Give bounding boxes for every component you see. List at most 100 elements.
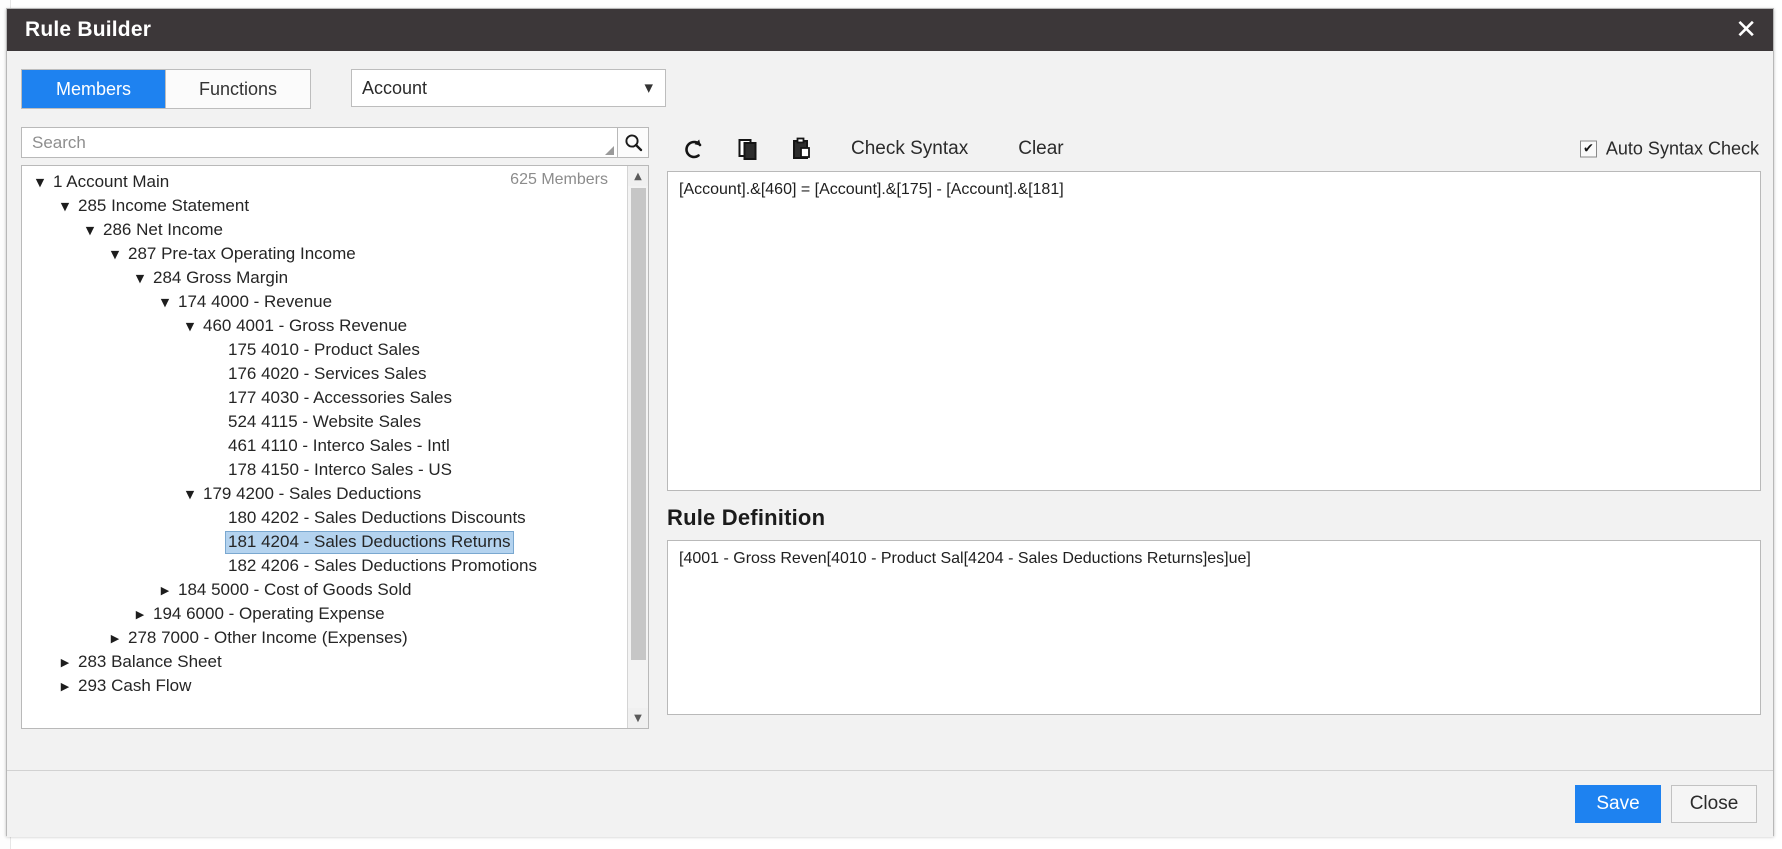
chevron-down-icon[interactable]: ▼	[130, 272, 150, 285]
auto-syntax-check-checkbox[interactable]: ✔	[1579, 140, 1597, 158]
clear-button[interactable]: Clear	[1010, 135, 1071, 163]
check-syntax-button[interactable]: Check Syntax	[843, 135, 976, 163]
chevron-right-icon[interactable]: ▶	[105, 632, 125, 645]
undo-icon	[685, 139, 702, 159]
tree-row-label: 180 4202 - Sales Deductions Discounts	[228, 507, 526, 527]
search-icon	[624, 134, 642, 152]
chevron-down-icon[interactable]: ▼	[80, 224, 100, 237]
auto-syntax-check-toggle[interactable]: ✔ Auto Syntax Check	[1579, 138, 1759, 160]
dimension-select[interactable]: Account ▼	[351, 69, 666, 107]
tree-row-label: 286 Net Income	[103, 219, 224, 239]
scroll-down-icon[interactable]: ▼	[628, 708, 648, 728]
chevron-right-icon[interactable]: ▶	[55, 656, 75, 669]
tree-row[interactable]: ▶ 293 Cash Flow	[22, 674, 614, 698]
tree-row[interactable]: ▼ 460 4001 - Gross Revenue	[22, 314, 614, 338]
chevron-down-icon[interactable]: ▼	[180, 320, 200, 333]
rule-builder-dialog: Rule Builder ✕ Members Functions Account…	[6, 8, 1774, 837]
chevron-down-icon[interactable]: ▼	[55, 200, 75, 213]
undo-button[interactable]	[667, 129, 721, 169]
close-icon[interactable]: ✕	[1735, 17, 1757, 43]
paste-icon	[793, 137, 810, 159]
tree-row-label: 194 6000 - Operating Expense	[153, 603, 385, 623]
search-box	[21, 127, 618, 158]
tree-row-label: 461 4110 - Interco Sales - Intl	[228, 435, 450, 455]
tree-row-label: 179 4200 - Sales Deductions	[203, 483, 422, 503]
tree-row-label: 178 4150 - Interco Sales - US	[228, 459, 452, 479]
chevron-down-icon[interactable]: ▼	[155, 296, 175, 309]
tree-row-label: 175 4010 - Product Sales	[228, 339, 420, 359]
resize-grip-icon[interactable]	[605, 146, 614, 155]
tree-row-label: 176 4020 - Services Sales	[228, 363, 427, 383]
tree-row-label: 460 4001 - Gross Revenue	[203, 315, 408, 335]
tree-scrollbar[interactable]: ▲ ▼	[627, 166, 648, 728]
chevron-down-icon: ▼	[644, 81, 653, 95]
tree-row[interactable]: ▼ 285 Income Statement	[22, 194, 614, 218]
paste-button[interactable]	[775, 129, 829, 169]
tree-row[interactable]: 176 4020 - Services Sales	[22, 362, 614, 386]
mode-tab-group: Members Functions	[21, 69, 311, 109]
tree-row[interactable]: 524 4115 - Website Sales	[22, 410, 614, 434]
tree-row[interactable]: 182 4206 - Sales Deductions Promotions	[22, 554, 614, 578]
tree-row-label: 1 Account Main	[53, 171, 170, 191]
editor-panel: Check Syntax Clear ✔ Auto Syntax Check […	[667, 127, 1761, 731]
dimension-select-value: Account	[362, 77, 428, 98]
tree-row-label: 287 Pre-tax Operating Income	[128, 243, 356, 263]
members-panel: 625 Members ▼1 Account Main▼285 Income S…	[21, 127, 649, 731]
formula-editor[interactable]: [Account].&[460] = [Account].&[175] - [A…	[667, 171, 1761, 491]
tree-row[interactable]: ▼ 284 Gross Margin	[22, 266, 614, 290]
tree-row[interactable]: ▼ 1 Account Main	[22, 170, 614, 194]
dialog-body: Members Functions Account ▼ Search 625 M…	[7, 51, 1773, 837]
tab-members-label: Members	[55, 78, 131, 99]
tree-row[interactable]: ▼ 286 Net Income	[22, 218, 614, 242]
tree-row[interactable]: 177 4030 - Accessories Sales	[22, 386, 614, 410]
dialog-title: Rule Builder	[25, 18, 152, 41]
copy-icon	[738, 139, 757, 160]
tree-row-label: 182 4206 - Sales Deductions Promotions	[228, 555, 538, 575]
chevron-down-icon[interactable]: ▼	[30, 176, 50, 189]
members-tree-container: 625 Members ▼ 1 Account Main ▼ 285 Income S…	[21, 165, 649, 729]
chevron-down-icon[interactable]: ▼	[105, 248, 125, 261]
tree-scrollbar-thumb[interactable]	[631, 188, 646, 660]
tree-row[interactable]: 461 4110 - Interco Sales - Intl	[22, 434, 614, 458]
tree-row[interactable]: 180 4202 - Sales Deductions Discounts	[22, 506, 614, 530]
chevron-right-icon[interactable]: ▶	[130, 608, 150, 621]
editor-toolbar: Check Syntax Clear ✔ Auto Syntax Check	[667, 127, 1761, 171]
tree-row[interactable]: ▶ 278 7000 - Other Income (Expenses)	[22, 626, 614, 650]
tab-functions-label: Functions	[198, 78, 278, 99]
tree-row[interactable]: 175 4010 - Product Sales	[22, 338, 614, 362]
tree-row-label: 278 7000 - Other Income (Expenses)	[128, 627, 408, 647]
copy-button[interactable]	[721, 129, 775, 169]
tree-row-label: 174 4000 - Revenue	[178, 291, 333, 311]
chevron-down-icon[interactable]: ▼	[180, 488, 200, 501]
dialog-footer: Save Close	[7, 770, 1773, 837]
rule-definition-title: Rule Definition	[667, 505, 826, 530]
save-button[interactable]: Save	[1575, 785, 1661, 823]
auto-syntax-check-label: Auto Syntax Check	[1605, 138, 1759, 159]
top-controls-row: Members Functions Account ▼	[21, 69, 1761, 113]
tree-row[interactable]: ▶ 283 Balance Sheet	[22, 650, 614, 674]
tab-members[interactable]: Members	[22, 70, 166, 108]
tree-row[interactable]: ▶ 184 5000 - Cost of Goods Sold	[22, 578, 614, 602]
tree-row-label: 181 4204 - Sales Deductions Returns	[225, 530, 514, 554]
tree-row-label: 184 5000 - Cost of Goods Sold	[178, 579, 412, 599]
tree-row-label: 293 Cash Flow	[78, 675, 192, 695]
tab-functions[interactable]: Functions	[166, 70, 310, 108]
search-input[interactable]	[30, 131, 617, 154]
rule-definition-editor[interactable]: [4001 - Gross Reven[4010 - Product Sal[4…	[667, 540, 1761, 715]
tree-row[interactable]: 178 4150 - Interco Sales - US	[22, 458, 614, 482]
search-button[interactable]	[618, 127, 649, 158]
close-button[interactable]: Close	[1671, 785, 1757, 823]
tree-row[interactable]: ▼ 179 4200 - Sales Deductions	[22, 482, 614, 506]
tree-row-label: 283 Balance Sheet	[78, 651, 222, 671]
tree-row-label: 284 Gross Margin	[153, 267, 289, 287]
members-tree: ▼ 1 Account Main ▼ 285 Income Statement ▼ 286…	[22, 166, 614, 698]
tree-row[interactable]: 181 4204 - Sales Deductions Returns	[22, 530, 614, 554]
tree-row[interactable]: ▼ 174 4000 - Revenue	[22, 290, 614, 314]
tree-row[interactable]: ▼ 287 Pre-tax Operating Income	[22, 242, 614, 266]
chevron-right-icon[interactable]: ▶	[155, 584, 175, 597]
tree-row-label: 524 4115 - Website Sales	[228, 411, 422, 431]
search-row	[21, 127, 649, 158]
tree-row[interactable]: ▶ 194 6000 - Operating Expense	[22, 602, 614, 626]
scroll-up-icon[interactable]: ▲	[628, 166, 648, 186]
chevron-right-icon[interactable]: ▶	[55, 680, 75, 693]
